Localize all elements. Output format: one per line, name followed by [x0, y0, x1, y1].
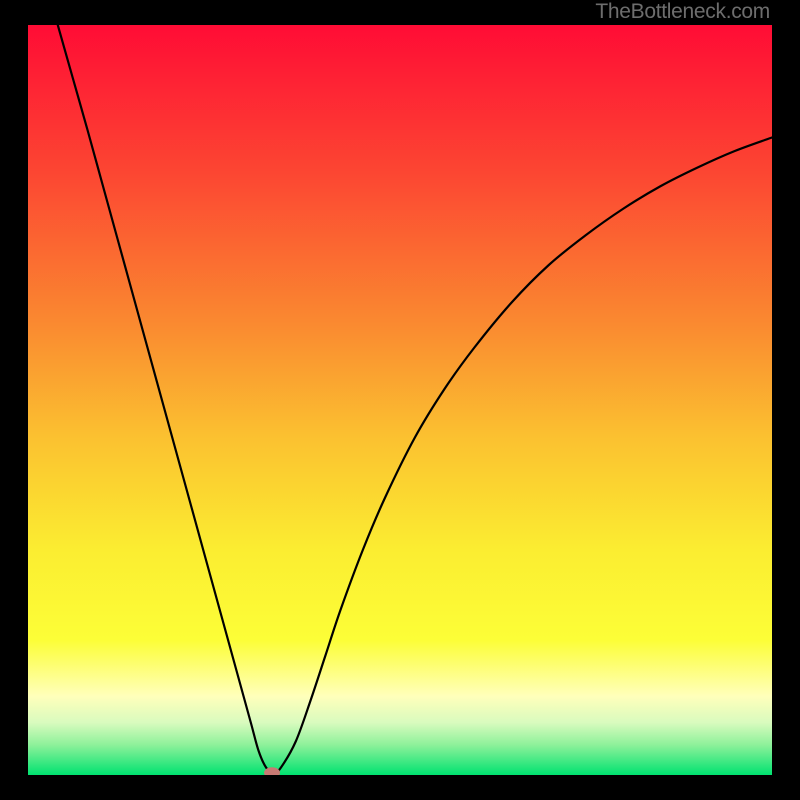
- gradient-background: [28, 25, 772, 775]
- watermark-text: TheBottleneck.com: [595, 0, 770, 24]
- bottleneck-chart: [28, 25, 772, 775]
- chart-frame: [28, 25, 772, 775]
